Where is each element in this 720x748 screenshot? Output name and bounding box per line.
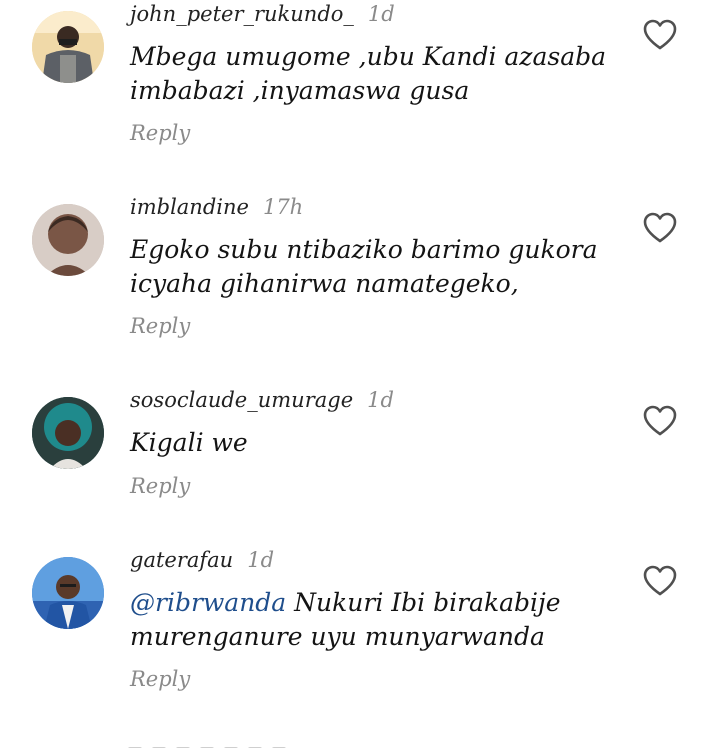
comment-text: Kigali we xyxy=(130,426,610,460)
user-mention-link[interactable]: @ribrwanda xyxy=(130,588,286,617)
avatar[interactable] xyxy=(32,204,104,276)
comment-username[interactable]: gaterafau xyxy=(130,548,233,572)
comment-text-line: @ribrwanda Nukuri Ibi birakabije xyxy=(130,586,610,620)
like-button[interactable] xyxy=(643,565,677,597)
comment-meta: imblandine 17h xyxy=(130,192,303,222)
comment-text: Mbega umugome ,ubu Kandi azasaba imbabaz… xyxy=(130,40,610,108)
comment-meta: sosoclaude_umurage 1d xyxy=(130,385,394,415)
like-button[interactable] xyxy=(643,405,677,437)
comment-text-line: murenganure uyu munyarwanda xyxy=(130,622,545,651)
comment-timestamp: 1d xyxy=(367,388,394,412)
comment-text-line: imbabazi ,inyamaswa gusa xyxy=(130,76,470,105)
comment-meta: john_peter_rukundo_ 1d xyxy=(130,0,395,29)
reply-button[interactable]: Reply xyxy=(130,473,190,499)
comment-username[interactable]: sosoclaude_umurage xyxy=(130,388,353,412)
comment-item: sosoclaude_umurage 1d Kigali we Reply xyxy=(0,386,720,546)
avatar[interactable] xyxy=(32,557,104,629)
user-avatar-image xyxy=(32,557,104,629)
heart-outline-icon xyxy=(643,19,677,50)
comment-timestamp: 17h xyxy=(262,195,304,219)
reply-button[interactable]: Reply xyxy=(130,120,190,146)
comment-username[interactable]: john_peter_rukundo_ xyxy=(130,2,354,26)
heart-outline-icon xyxy=(643,405,677,436)
comment-text: @ribrwanda Nukuri Ibi birakabije murenga… xyxy=(130,586,610,654)
user-avatar-image xyxy=(32,397,104,469)
avatar[interactable] xyxy=(32,11,104,83)
heart-outline-icon xyxy=(643,565,677,596)
comment-text-line: icyaha gihanirwa namategeko, xyxy=(130,269,519,298)
comment-text-segment: Nukuri Ibi birakabije xyxy=(294,588,561,617)
comment-item: imblandine 17h Egoko subu ntibaziko barim… xyxy=(0,193,720,383)
like-button[interactable] xyxy=(643,19,677,51)
comment-username[interactable]: imblandine xyxy=(130,195,249,219)
comment-text-line: Mbega umugome ,ubu Kandi azasaba xyxy=(130,42,607,71)
next-comment-peek xyxy=(128,738,328,748)
comment-item: gaterafau 1d @ribrwanda Nukuri Ibi biraka… xyxy=(0,546,720,736)
heart-outline-icon xyxy=(643,212,677,243)
avatar[interactable] xyxy=(32,397,104,469)
comment-text-line: Kigali we xyxy=(130,428,248,457)
user-avatar-image xyxy=(32,204,104,276)
comment-text-line: Egoko subu ntibaziko barimo gukora xyxy=(130,235,598,264)
comment-text: Egoko subu ntibaziko barimo gukora icyah… xyxy=(130,233,610,301)
reply-button[interactable]: Reply xyxy=(130,666,190,692)
comment-item: john_peter_rukundo_ 1d Mbega umugome ,ubu… xyxy=(0,0,720,190)
like-button[interactable] xyxy=(643,212,677,244)
user-avatar-image xyxy=(32,11,104,83)
comment-meta: gaterafau 1d xyxy=(130,545,274,575)
comment-timestamp: 1d xyxy=(367,2,395,26)
reply-button[interactable]: Reply xyxy=(130,313,190,339)
comment-timestamp: 1d xyxy=(247,548,275,572)
